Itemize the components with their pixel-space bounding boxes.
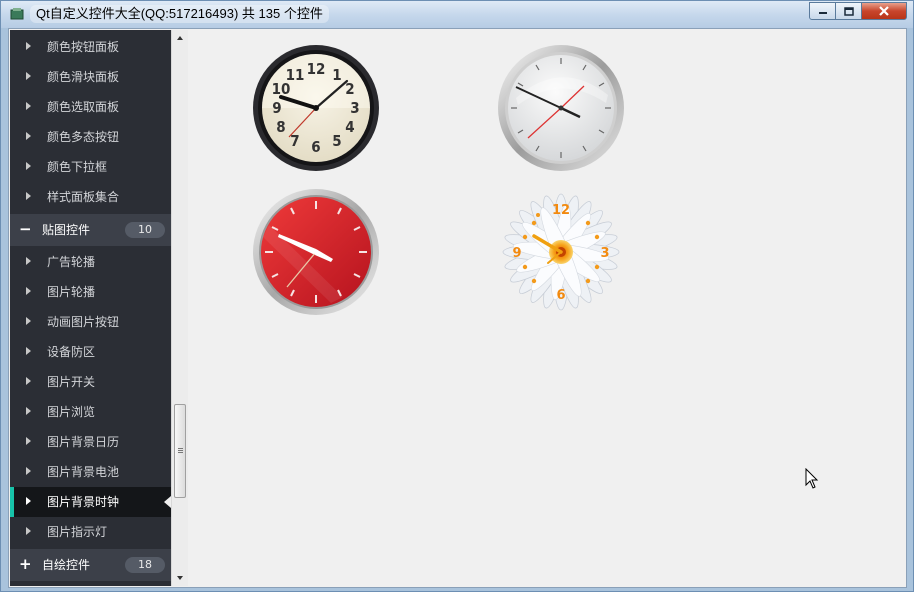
numeral: 5: [332, 132, 341, 150]
expand-arrow-icon: [26, 287, 31, 295]
expand-plus-icon: +: [19, 555, 32, 573]
scroll-up-button[interactable]: [172, 30, 188, 47]
numeral: 9: [512, 246, 521, 261]
sidebar-item-label: 广告轮播: [47, 255, 96, 269]
sidebar-item-label: 颜色选取面板: [47, 100, 120, 114]
sidebar-item[interactable]: 图片指示灯: [10, 517, 171, 547]
expand-arrow-icon: [26, 162, 31, 170]
expand-arrow-icon: [26, 317, 31, 325]
expand-arrow-icon: [26, 437, 31, 445]
numeral: 12: [307, 60, 326, 78]
sidebar-item-label: 颜色滑块面板: [47, 70, 120, 84]
numeral: 8: [276, 118, 285, 136]
sidebar-item[interactable]: 设备防区: [10, 337, 171, 367]
expand-arrow-icon: [26, 527, 31, 535]
silver-clock: [498, 45, 624, 171]
numeral: 3: [350, 99, 359, 117]
sidebar-item-label: 样式面板集合: [47, 190, 120, 204]
numeral: 11: [286, 66, 305, 84]
sidebar-item-label: 图片轮播: [47, 285, 96, 299]
numeral: 12: [552, 203, 570, 218]
sidebar-item-label: 图片背景电池: [47, 465, 120, 479]
sidebar-item-label: 动画图片按钮: [47, 315, 120, 329]
scroll-down-button[interactable]: [172, 569, 188, 586]
sidebar-item-label: 图片浏览: [47, 405, 96, 419]
expand-arrow-icon: [26, 347, 31, 355]
minimize-button[interactable]: [809, 2, 836, 20]
sidebar-item[interactable]: 图片背景日历: [10, 427, 171, 457]
numeral: 3: [600, 246, 609, 261]
sidebar-item[interactable]: 颜色按钮面板: [10, 32, 171, 62]
sidebar-scrollbar[interactable]: [171, 30, 188, 586]
client-area: 颜色按钮面板 颜色滑块面板 颜色选取面板 颜色多态按钮 颜色下拉框 样式面板集合…: [8, 28, 907, 588]
scroll-thumb[interactable]: [174, 404, 186, 498]
sidebar-item[interactable]: 图片背景电池: [10, 457, 171, 487]
expand-arrow-icon: [26, 257, 31, 265]
numeral: 6: [556, 288, 565, 303]
sidebar-item[interactable]: 动画图片按钮: [10, 307, 171, 337]
maximize-button[interactable]: [835, 2, 862, 20]
expand-arrow-icon: [26, 467, 31, 475]
expand-arrow-icon: [26, 42, 31, 50]
numeral: 4: [345, 118, 354, 136]
selection-notch: [164, 496, 171, 508]
collapse-icon: −: [19, 220, 32, 238]
close-button[interactable]: [861, 2, 907, 20]
sidebar-item[interactable]: 颜色下拉框: [10, 152, 171, 182]
sidebar-group-label: 贴图控件: [42, 223, 91, 237]
sidebar-item-label: 颜色多态按钮: [47, 130, 120, 144]
app-window: Qt自定义控件大全(QQ:517216493) 共 135 个控件 颜色按钮面板…: [0, 0, 914, 592]
sidebar-item[interactable]: 颜色多态按钮: [10, 122, 171, 152]
count-badge: 18: [125, 557, 165, 573]
mouse-cursor-icon: [805, 468, 819, 489]
sidebar-item[interactable]: 颜色选取面板: [10, 92, 171, 122]
sidebar-item[interactable]: 颜色滑块面板: [10, 62, 171, 92]
expand-arrow-icon: [26, 132, 31, 140]
expand-arrow-icon: [26, 497, 31, 505]
expand-arrow-icon: [26, 377, 31, 385]
sidebar-item-label: 图片指示灯: [47, 525, 108, 539]
expand-arrow-icon: [26, 192, 31, 200]
daisy-clock: 12 3 6 9: [502, 193, 620, 311]
expand-arrow-icon: [26, 407, 31, 415]
selection-accent: [10, 487, 14, 517]
sidebar-item[interactable]: 图片开关: [10, 367, 171, 397]
expand-arrow-icon: [26, 102, 31, 110]
sidebar-nav: 颜色按钮面板 颜色滑块面板 颜色选取面板 颜色多态按钮 颜色下拉框 样式面板集合…: [10, 30, 171, 586]
title-bar[interactable]: Qt自定义控件大全(QQ:517216493) 共 135 个控件: [1, 1, 913, 28]
sidebar-group-label: 自绘控件: [42, 558, 91, 572]
grip-icon: [178, 448, 183, 449]
sidebar-item-label: 设备防区: [47, 345, 96, 359]
sidebar-item[interactable]: 图片轮播: [10, 277, 171, 307]
close-icon: [879, 6, 889, 16]
clock-showcase: 12 1 2 3 4 5 6 7 8 9 10 11 12 3 6 9: [189, 30, 906, 586]
red-clock: [253, 189, 379, 315]
dark-bezel-clock: 12 1 2 3 4 5 6 7 8 9 10 11: [253, 45, 379, 171]
numeral: 1: [332, 66, 341, 84]
expand-arrow-icon: [26, 72, 31, 80]
sidebar-group-image-controls[interactable]: − 贴图控件 10: [10, 214, 171, 246]
window-title: Qt自定义控件大全(QQ:517216493) 共 135 个控件: [30, 5, 329, 23]
numeral: 6: [311, 138, 320, 156]
minimize-icon: [818, 12, 827, 14]
sidebar-item[interactable]: 图片浏览: [10, 397, 171, 427]
numeral: 9: [272, 99, 281, 117]
maximize-icon: [843, 6, 854, 16]
sidebar-item-label: 图片背景日历: [47, 435, 120, 449]
sidebar-item[interactable]: 广告轮播: [10, 247, 171, 277]
sidebar-item-selected[interactable]: 图片背景时钟: [10, 487, 171, 517]
sidebar-item[interactable]: 样式面板集合: [10, 182, 171, 212]
sidebar-item-label: 图片开关: [47, 375, 96, 389]
sidebar-item-label: 颜色下拉框: [47, 160, 108, 174]
sidebar-group-draw-controls[interactable]: + 自绘控件 18: [10, 549, 171, 581]
sidebar-item-label: 颜色按钮面板: [47, 40, 120, 54]
sidebar-item-label: 图片背景时钟: [47, 495, 120, 509]
app-icon: [10, 8, 24, 20]
count-badge: 10: [125, 222, 165, 238]
